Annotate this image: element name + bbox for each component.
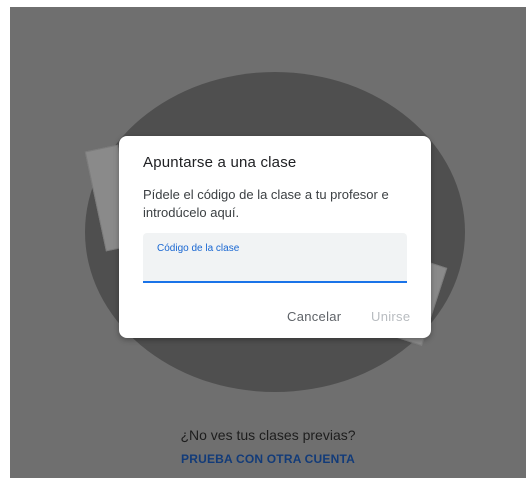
cancel-button[interactable]: Cancelar [287,309,341,324]
try-another-account-link[interactable]: PRUEBA CON OTRA CUENTA [10,452,526,466]
class-code-input[interactable] [155,257,399,277]
class-code-field[interactable]: Código de la clase [143,233,407,283]
dialog-description: Pídele el código de la clase a tu profes… [143,187,389,220]
page: ¿No ves tus clases previas? PRUEBA CON O… [0,0,526,478]
join-button[interactable]: Unirse [371,309,410,324]
join-class-dialog: Apuntarse a una clase Pídele el código d… [119,136,431,338]
dialog-title: Apuntarse a una clase [143,154,297,171]
class-code-label: Código de la clase [157,243,240,254]
previous-classes-question: ¿No ves tus clases previas? [180,427,356,443]
